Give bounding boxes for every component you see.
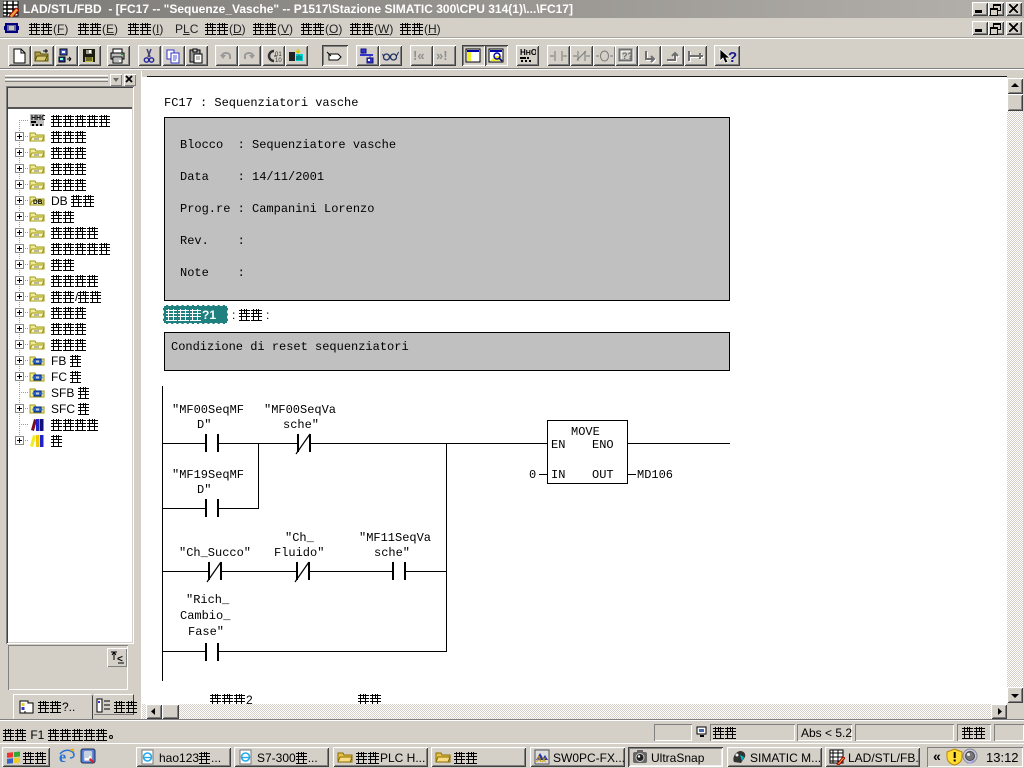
svg-text:HHO: HHO (520, 48, 536, 57)
svg-text:!«: !« (413, 48, 425, 63)
svg-text:DB: DB (33, 199, 43, 206)
svg-text:?: ? (728, 49, 737, 65)
svg-text:HHO: HHO (31, 115, 45, 122)
svg-text:Ax: Ax (536, 755, 547, 764)
svg-text:??: ?? (622, 51, 633, 61)
svg-text:»!: »! (436, 48, 448, 63)
svg-text:10: 10 (275, 58, 282, 64)
